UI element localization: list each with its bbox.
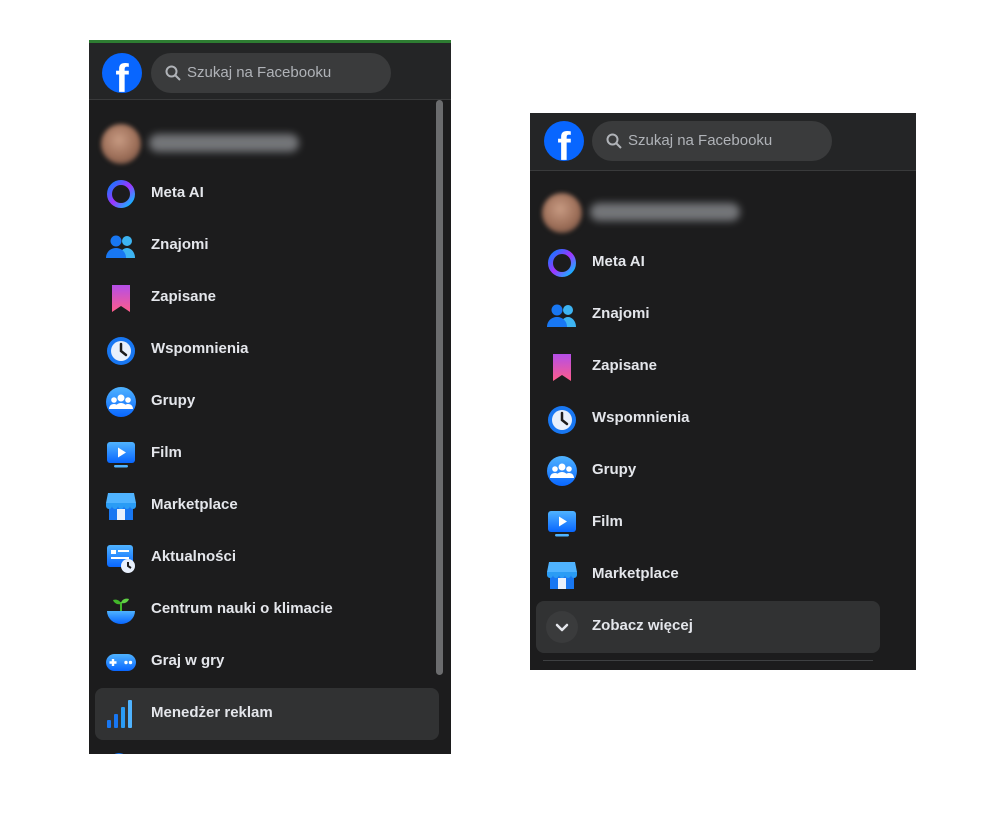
sidebar-item-saved[interactable]: Zapisane [536, 341, 880, 393]
sidebar-item-friends[interactable]: Znajomi [95, 220, 433, 272]
sidebar-item-video[interactable]: Film [536, 497, 880, 549]
sidebar-item-meta-ai[interactable]: Meta AI [95, 168, 433, 220]
sidebar-item-label: Wspomnienia [592, 409, 690, 426]
sidebar-item-label: Film [592, 513, 623, 530]
sidebar-item-label: Zapisane [592, 357, 658, 374]
sidebar-item-marketplace[interactable]: Marketplace [95, 480, 433, 532]
avatar [542, 193, 582, 233]
sidebar-item-climate-center[interactable]: Centrum nauki o klimacie [95, 584, 433, 636]
sidebar-item-label: Marketplace [151, 496, 238, 513]
sidebar-item-label: Aktualności [151, 548, 237, 565]
friends-icon [106, 235, 135, 258]
climate-center-icon [107, 598, 135, 624]
sidebar-item-label: Meta AI [592, 253, 645, 270]
groups-icon [547, 456, 577, 486]
video-icon [107, 442, 135, 468]
facebook-logo[interactable]: f [544, 121, 584, 167]
sidebar-item-label: Znajomi [151, 236, 209, 253]
search-icon [165, 65, 181, 81]
see-more-circle [546, 611, 578, 643]
sidebar-item-label: Film [151, 444, 182, 461]
search-icon [606, 133, 622, 149]
video-icon [548, 511, 576, 537]
sidebar-item-friends[interactable]: Znajomi [536, 289, 880, 341]
meta-ai-icon [548, 249, 576, 277]
divider [543, 660, 873, 661]
groups-icon [106, 387, 136, 417]
sidebar-item-memories[interactable]: Wspomnienia [95, 324, 433, 376]
search-placeholder: Szukaj na Facebooku [187, 64, 332, 81]
sidebar-item-ads-manager[interactable]: Menedżer reklam [95, 688, 439, 740]
see-more-label: Zobacz więcej [592, 617, 693, 634]
feeds-icon [107, 545, 135, 573]
sidebar-item-label: Marketplace [592, 565, 679, 582]
profile-name-blurred [149, 134, 299, 152]
profile-link[interactable] [95, 116, 433, 168]
left-sidebar-panel: f Szukaj na Facebooku Meta AI Znajomi Za… [89, 40, 451, 754]
sidebar-item-label: Znajomi [592, 305, 650, 322]
marketplace-icon [547, 562, 577, 589]
ads-manager-icon [107, 700, 132, 728]
sidebar-item-groups[interactable]: Grupy [95, 376, 433, 428]
sidebar-item-groups[interactable]: Grupy [536, 445, 880, 497]
sidebar-item-label: Grupy [151, 392, 196, 409]
top-bar: f Szukaj na Facebooku [530, 113, 916, 171]
sidebar-item-label: Wspomnienia [151, 340, 249, 357]
sidebar-item-gaming[interactable]: Graj w gry [95, 636, 433, 688]
sidebar-item-label: Zapisane [151, 288, 217, 305]
profile-name-blurred [590, 203, 740, 221]
sidebar-item-feeds[interactable]: Aktualności [95, 532, 433, 584]
meta-ai-icon [107, 180, 135, 208]
sidebar-item-label: Centrum nauki o klimacie [151, 600, 333, 617]
sidebar-item-video[interactable]: Film [95, 428, 433, 480]
search-input[interactable]: Szukaj na Facebooku [151, 53, 391, 93]
profile-link[interactable] [536, 185, 880, 237]
top-bar: f Szukaj na Facebooku [89, 43, 451, 100]
memories-icon [107, 337, 135, 365]
gaming-icon [106, 654, 136, 671]
next-item-peek [109, 753, 129, 754]
saved-icon [112, 285, 130, 312]
search-placeholder: Szukaj na Facebooku [628, 132, 773, 149]
friends-icon [547, 304, 576, 327]
memories-icon [548, 406, 576, 434]
sidebar-item-marketplace[interactable]: Marketplace [536, 549, 880, 601]
search-input[interactable]: Szukaj na Facebooku [592, 121, 832, 161]
sidebar-item-label: Meta AI [151, 184, 204, 201]
facebook-logo[interactable]: f [102, 53, 142, 99]
sidebar-item-label: Grupy [592, 461, 637, 478]
sidebar-item-label: Menedżer reklam [151, 704, 273, 721]
sidebar-item-saved[interactable]: Zapisane [95, 272, 433, 324]
scrollbar[interactable] [436, 100, 443, 675]
sidebar-item-label: Graj w gry [151, 652, 225, 669]
sidebar-item-meta-ai[interactable]: Meta AI [536, 237, 880, 289]
marketplace-icon [106, 493, 136, 520]
sidebar-item-memories[interactable]: Wspomnienia [536, 393, 880, 445]
chevron-down-icon [555, 623, 569, 632]
saved-icon [553, 354, 571, 381]
avatar [101, 124, 141, 164]
right-sidebar-panel: f Szukaj na Facebooku Meta AI Znajomi Za… [530, 113, 916, 670]
see-more-button[interactable]: Zobacz więcej [536, 601, 880, 653]
